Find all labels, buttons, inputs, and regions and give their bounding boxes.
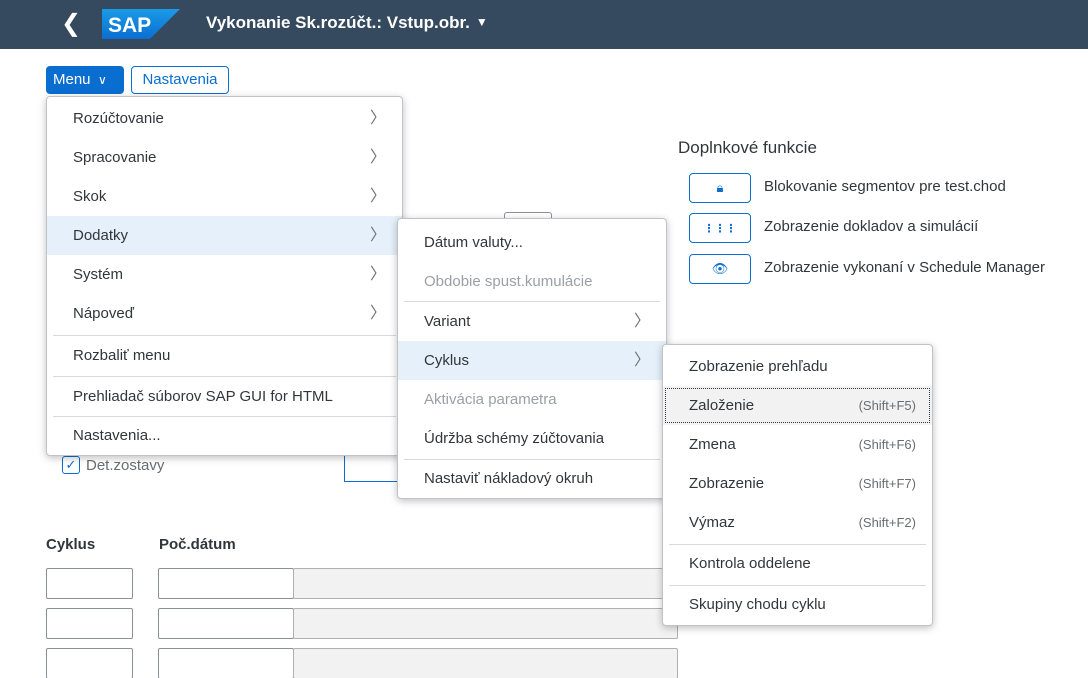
app-title[interactable]: Vykonanie Sk.rozúčt.: Vstup.obr. ▼ — [206, 13, 488, 33]
cycle-input[interactable] — [46, 648, 133, 678]
menu-item-label: Spracovanie — [73, 149, 157, 166]
menu-item-overview[interactable]: Zobrazenie prehľadu — [663, 347, 932, 386]
menu-item-set-controlling-area[interactable]: Nastaviť nákladový okruh — [398, 459, 666, 498]
menu-item-label: Zmena — [689, 436, 736, 453]
description-field — [293, 648, 678, 678]
chevron-right-icon: 〉 — [633, 352, 650, 369]
cyklus-submenu: Zobrazenie prehľadu Založenie (Shift+F5)… — [662, 344, 933, 626]
cycle-input[interactable] — [46, 608, 133, 639]
menu-item-create[interactable]: Založenie (Shift+F5) — [663, 386, 932, 425]
svg-text:SAP: SAP — [108, 14, 151, 37]
menu-item-maintain-schema[interactable]: Údržba schémy zúčtovania — [398, 419, 666, 458]
description-field — [293, 568, 678, 599]
menu-item-label: Skok — [73, 188, 107, 205]
menu-item-skok[interactable]: Skok 〉 — [47, 177, 402, 216]
start-date-input[interactable] — [158, 648, 294, 678]
chevron-right-icon: 〉 — [633, 313, 650, 330]
menu-item-napoved[interactable]: Nápoveď 〉 — [47, 294, 402, 333]
menu-item-display[interactable]: Zobrazenie (Shift+F7) — [663, 464, 932, 503]
chevron-right-icon: 〉 — [369, 266, 386, 283]
menu-item-expand-menu[interactable]: Rozbaliť menu — [47, 336, 402, 375]
menu-item-label: Systém — [73, 266, 124, 283]
eye-icon: 👁︎ — [711, 261, 729, 276]
show-documents-label: Zobrazenie dokladov a simulácií — [764, 218, 979, 235]
menu-item-label: Dodatky — [73, 227, 129, 244]
menu-item-cycle-run-groups[interactable]: Skupiny chodu cyklu — [663, 585, 932, 624]
menu-item-delete[interactable]: Výmaz (Shift+F2) — [663, 503, 932, 542]
menu-button[interactable]: Menu ∨ — [46, 66, 124, 94]
shortcut-label: (Shift+F6) — [858, 437, 916, 452]
documents-icon: ⋮⋮⋮ — [703, 222, 737, 235]
menu-item-label: Založenie — [689, 397, 755, 414]
chevron-down-icon: ∨ — [98, 73, 107, 87]
settings-button[interactable]: Nastavenia — [131, 66, 229, 94]
menu-item-system[interactable]: Systém 〉 — [47, 255, 402, 294]
show-documents-button[interactable]: ⋮⋮⋮ — [689, 213, 751, 243]
chevron-right-icon: 〉 — [369, 149, 386, 166]
checkbox-label: Det.zostavy — [86, 456, 165, 474]
menu-item-label: Variant — [424, 313, 471, 330]
menu-item-label: Nápoveď — [73, 305, 134, 322]
shortcut-label: (Shift+F2) — [858, 515, 916, 530]
dodatky-submenu: Dátum valuty... Obdobie spust.kumulácie … — [397, 218, 667, 499]
chevron-right-icon: 〉 — [369, 227, 386, 244]
menu-item-rozuctovanie[interactable]: Rozúčtovanie 〉 — [47, 99, 402, 138]
menu-item-label: Rozúčtovanie — [73, 110, 164, 127]
start-date-input[interactable] — [158, 608, 294, 639]
schedule-manager-label: Zobrazenie vykonaní v Schedule Manager — [764, 259, 1046, 276]
background-input[interactable] — [344, 452, 404, 482]
checkbox-check-icon[interactable]: ✓ — [62, 456, 80, 474]
main-menu: Rozúčtovanie 〉 Spracovanie 〉 Skok 〉 Doda… — [46, 96, 403, 456]
app-title-text: Vykonanie Sk.rozúčt.: Vstup.obr. — [206, 13, 470, 32]
menu-item-label: Zobrazenie — [689, 475, 765, 492]
menu-item-change[interactable]: Zmena (Shift+F6) — [663, 425, 932, 464]
lock-segments-label: Blokovanie segmentov pre test.chod — [764, 178, 1006, 195]
menu-item-cumulation-period: Obdobie spust.kumulácie — [424, 273, 593, 290]
menu-item-spracovanie[interactable]: Spracovanie 〉 — [47, 138, 402, 177]
detail-report-checkbox[interactable]: ✓ Det.zostavy — [62, 456, 164, 474]
menu-item-settings[interactable]: Nastavenia... — [47, 416, 402, 455]
shortcut-label: (Shift+F5) — [858, 398, 916, 413]
menu-item-label: Cyklus — [424, 352, 470, 369]
menu-item-value-date[interactable]: Dátum valuty... — [398, 223, 666, 262]
menu-item-variant[interactable]: Variant 〉 — [398, 302, 666, 341]
start-date-input[interactable] — [158, 568, 294, 599]
lock-icon: 🔒︎ — [716, 180, 724, 195]
menu-item-dodatky[interactable]: Dodatky 〉 — [47, 216, 402, 255]
menu-button-label: Menu — [53, 71, 91, 88]
menu-item-separate-check[interactable]: Kontrola oddelene — [663, 544, 932, 583]
menu-item-parameter-activation: Aktivácia parametra — [424, 391, 557, 408]
cycle-input[interactable] — [46, 568, 133, 599]
column-header-cycle: Cyklus — [46, 536, 96, 553]
shell-bar: ❮ SAP Vykonanie Sk.rozúčt.: Vstup.obr. ▼ — [0, 0, 1088, 49]
chevron-right-icon: 〉 — [369, 305, 386, 322]
sap-logo: SAP — [102, 9, 180, 39]
description-field — [293, 608, 678, 639]
menu-item-cyklus[interactable]: Cyklus 〉 — [398, 341, 666, 380]
additional-functions-title: Doplnkové funkcie — [678, 138, 817, 157]
lock-segments-button[interactable]: 🔒︎ — [689, 173, 751, 203]
shortcut-label: (Shift+F7) — [858, 476, 916, 491]
menu-item-label: Výmaz — [689, 514, 735, 531]
schedule-manager-button[interactable]: 👁︎ — [689, 254, 751, 284]
caret-down-icon: ▼ — [475, 15, 488, 29]
chevron-right-icon: 〉 — [369, 110, 386, 127]
column-header-start-date: Poč.dátum — [159, 536, 236, 553]
chevron-right-icon: 〉 — [369, 188, 386, 205]
back-button[interactable]: ❮ — [60, 9, 82, 39]
menu-item-file-browser[interactable]: Prehliadač súborov SAP GUI for HTML — [47, 377, 402, 416]
